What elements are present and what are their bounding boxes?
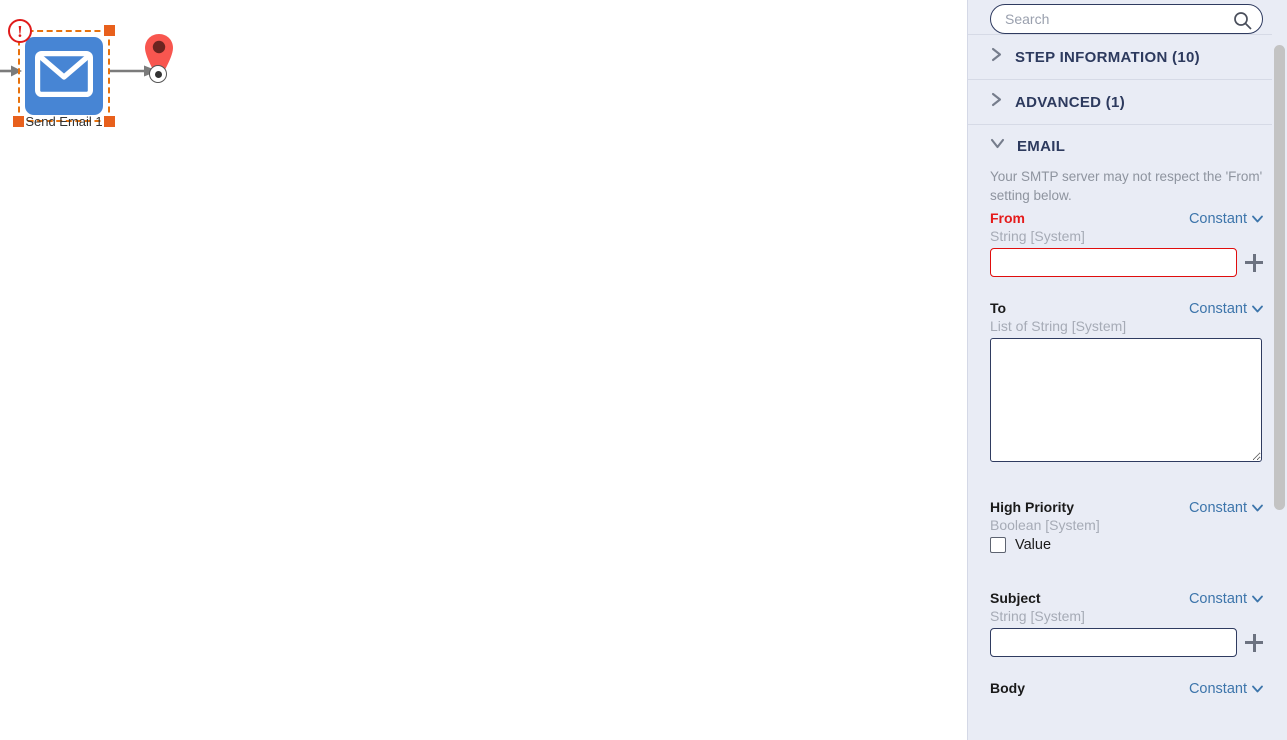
add-from-value-icon[interactable] bbox=[1245, 253, 1263, 272]
input-row bbox=[990, 628, 1263, 658]
field-body: Body Constant bbox=[990, 680, 1263, 697]
mode-label: Constant bbox=[1188, 301, 1247, 318]
field-type-label: String [System] bbox=[990, 608, 1085, 625]
mode-label: Constant bbox=[1188, 500, 1247, 517]
mode-selector-high-priority[interactable]: Constant bbox=[1189, 500, 1263, 516]
subject-input[interactable] bbox=[990, 628, 1237, 658]
mode-label: Constant bbox=[1188, 591, 1247, 608]
field-label: Body bbox=[990, 680, 1025, 697]
mode-selector-subject[interactable]: Constant bbox=[1189, 591, 1263, 607]
field-high-priority: High Priority Constant Boolean [System] … bbox=[990, 499, 1263, 554]
search-input[interactable] bbox=[991, 5, 1262, 33]
endpoint-node[interactable] bbox=[149, 65, 167, 83]
section-title: STEP INFORMATION (10) bbox=[1015, 48, 1200, 66]
field-header: Body Constant bbox=[990, 680, 1263, 697]
chevron-down-icon bbox=[990, 137, 1005, 155]
panel-scrollbar-track[interactable] bbox=[1272, 0, 1287, 740]
high-priority-checkbox[interactable] bbox=[990, 537, 1006, 554]
field-to: To Constant List of String [System] bbox=[990, 300, 1263, 463]
chevron-right-icon bbox=[990, 47, 1003, 67]
field-header: High Priority Constant bbox=[990, 499, 1263, 516]
workflow-canvas[interactable]: ! Send Email 1 bbox=[0, 0, 967, 740]
resize-handle-bottom-left[interactable] bbox=[13, 116, 24, 127]
endpoint-dot bbox=[154, 70, 162, 78]
application-window: ! Send Email 1 Search STEP INFORMATION (… bbox=[0, 0, 1287, 740]
chevron-right-icon bbox=[990, 92, 1003, 112]
add-subject-value-icon[interactable] bbox=[1245, 633, 1263, 652]
field-header: Subject Constant bbox=[990, 590, 1263, 607]
from-input[interactable] bbox=[990, 248, 1237, 278]
mode-selector-to[interactable]: Constant bbox=[1189, 301, 1263, 317]
chevron-down-icon bbox=[1252, 685, 1263, 693]
smtp-helper-text: Your SMTP server may not respect the 'Fr… bbox=[990, 169, 1263, 203]
chevron-down-icon bbox=[1252, 595, 1263, 603]
section-header-email[interactable]: EMAIL bbox=[968, 124, 1287, 167]
workflow-node-send-email[interactable]: ! Send Email 1 bbox=[8, 19, 115, 129]
field-header: From Constant bbox=[990, 210, 1263, 227]
field-type-label: String [System] bbox=[990, 228, 1085, 245]
checkbox-label: Value bbox=[1015, 537, 1052, 554]
checkbox-row: Value bbox=[990, 537, 1263, 554]
selection-outline bbox=[18, 30, 110, 122]
field-label: From bbox=[990, 210, 1025, 227]
field-subject: Subject Constant String [System] bbox=[990, 590, 1263, 658]
panel-scrollbar-thumb[interactable] bbox=[1274, 45, 1285, 510]
properties-panel: STEP INFORMATION (10) ADVANCED (1) EMAIL… bbox=[967, 0, 1287, 740]
field-type-label: List of String [System] bbox=[990, 318, 1127, 335]
mode-label: Constant bbox=[1188, 211, 1247, 228]
section-header-step-information[interactable]: STEP INFORMATION (10) bbox=[968, 34, 1287, 79]
search-icon[interactable] bbox=[1233, 11, 1252, 35]
section-title: ADVANCED (1) bbox=[1015, 93, 1125, 111]
chevron-down-icon bbox=[1252, 215, 1263, 223]
mode-selector-from[interactable]: Constant bbox=[1189, 211, 1263, 227]
field-label: Subject bbox=[990, 590, 1041, 607]
field-from: From Constant String [System] bbox=[990, 210, 1263, 278]
chevron-down-icon bbox=[1252, 305, 1263, 313]
resize-handle-bottom-right[interactable] bbox=[104, 116, 115, 127]
mode-label: Constant bbox=[1188, 681, 1247, 698]
search-box[interactable] bbox=[990, 4, 1263, 34]
email-section-body: Your SMTP server may not respect the 'Fr… bbox=[968, 168, 1287, 697]
field-label: To bbox=[990, 300, 1007, 317]
search-row bbox=[968, 0, 1287, 34]
field-header: To Constant bbox=[990, 300, 1263, 317]
to-textarea[interactable] bbox=[990, 338, 1262, 463]
error-badge-icon[interactable]: ! bbox=[8, 19, 32, 43]
node-label: Send Email 1 bbox=[25, 114, 103, 129]
section-header-advanced[interactable]: ADVANCED (1) bbox=[968, 79, 1287, 124]
field-label: High Priority bbox=[990, 499, 1075, 516]
resize-handle-top-right[interactable] bbox=[104, 25, 115, 36]
section-title: EMAIL bbox=[1017, 137, 1066, 155]
chevron-down-icon bbox=[1252, 504, 1263, 512]
input-row bbox=[990, 248, 1263, 278]
mode-selector-body[interactable]: Constant bbox=[1189, 681, 1263, 697]
field-type-label: Boolean [System] bbox=[990, 517, 1100, 534]
